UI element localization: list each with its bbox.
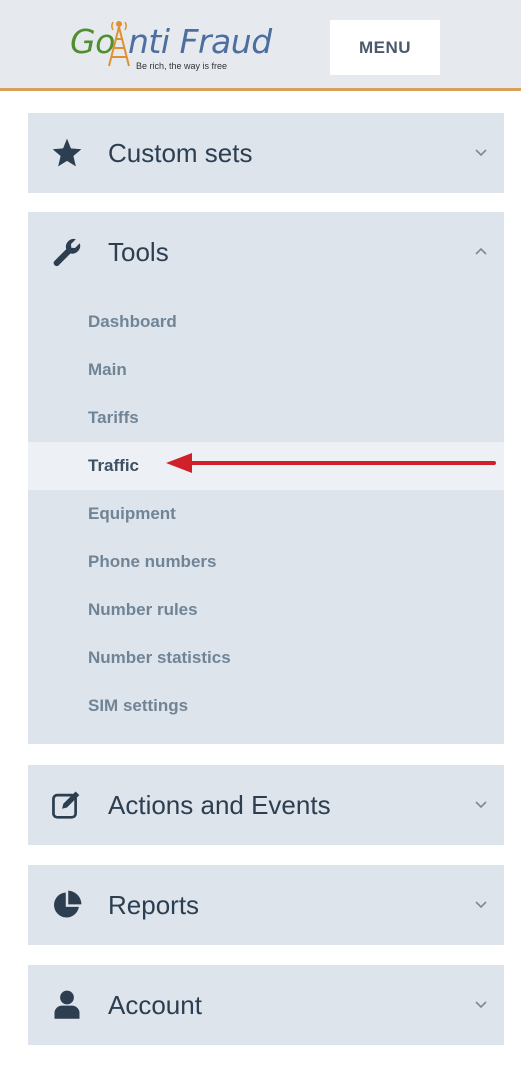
chevron-up-icon — [475, 247, 487, 255]
section-title-account: Account — [108, 989, 202, 1020]
section-header-actions-and-events[interactable]: Actions and Events — [28, 765, 504, 845]
section-title-actions-and-events: Actions and Events — [108, 789, 331, 820]
top-header: Go nti Fraud Be rich, the way is free ME… — [0, 0, 521, 91]
logo-text-anti-fraud: nti Fraud — [128, 22, 272, 61]
chevron-down-icon — [475, 901, 487, 909]
section-header-reports[interactable]: Reports — [28, 865, 504, 945]
submenu-item-tariffs[interactable]: Tariffs — [28, 394, 504, 442]
section-actions-and-events: Actions and Events — [28, 765, 504, 845]
chevron-down-icon — [475, 149, 487, 157]
edit-icon — [50, 789, 84, 821]
menu-button[interactable]: MENU — [330, 20, 440, 75]
section-account: Account — [28, 965, 504, 1045]
star-icon — [50, 137, 84, 169]
section-header-custom-sets[interactable]: Custom sets — [28, 113, 504, 193]
section-title-custom-sets: Custom sets — [108, 137, 253, 168]
section-reports: Reports — [28, 865, 504, 945]
pie-chart-icon — [50, 889, 84, 921]
section-title-reports: Reports — [108, 889, 200, 920]
section-tools: Tools Dashboard Main Tariffs Traffic Equ… — [28, 212, 504, 744]
submenu-item-sim-settings[interactable]: SIM settings — [28, 682, 504, 730]
submenu-item-equipment[interactable]: Equipment — [28, 490, 504, 538]
logo-tagline: Be rich, the way is free — [136, 61, 228, 71]
submenu-item-traffic[interactable]: Traffic — [28, 442, 504, 490]
chevron-down-icon — [475, 801, 487, 809]
section-title-tools: Tools — [108, 236, 169, 267]
wrench-icon — [50, 236, 84, 268]
section-header-account[interactable]: Account — [28, 965, 504, 1045]
user-icon — [50, 989, 84, 1021]
chevron-down-icon — [475, 1001, 487, 1009]
submenu-item-phone-numbers[interactable]: Phone numbers — [28, 538, 504, 586]
gonti-fraud-logo[interactable]: Go nti Fraud Be rich, the way is free — [66, 18, 306, 82]
submenu-item-number-rules[interactable]: Number rules — [28, 586, 504, 634]
tools-submenu: Dashboard Main Tariffs Traffic Equipment… — [28, 298, 504, 730]
submenu-item-main[interactable]: Main — [28, 346, 504, 394]
section-custom-sets: Custom sets — [28, 113, 504, 193]
submenu-item-dashboard[interactable]: Dashboard — [28, 298, 504, 346]
submenu-item-number-statistics[interactable]: Number statistics — [28, 634, 504, 682]
section-header-tools[interactable]: Tools — [28, 212, 504, 292]
